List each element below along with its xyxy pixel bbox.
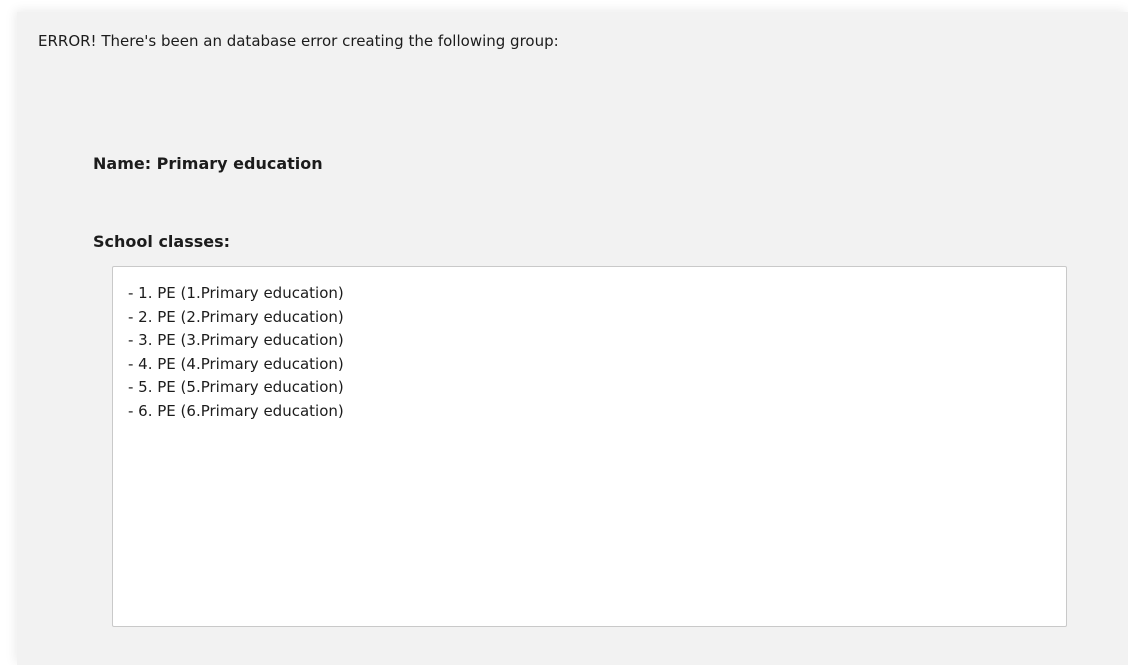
error-dialog-window: ERROR! There's been an database error cr… (0, 0, 1128, 665)
class-list-item: - 5. PE (5.Primary education) (128, 378, 344, 396)
class-list-item: - 4. PE (4.Primary education) (128, 354, 344, 373)
error-message: ERROR! There's been an database error cr… (38, 32, 559, 50)
class-list-item: - 6. PE (6.Primary education) (128, 401, 344, 420)
group-name-label: Name: Primary education (93, 154, 323, 173)
class-list-item: - 1. PE (1.Primary education) (128, 284, 344, 302)
school-classes-textarea[interactable]: - 1. PE (1.Primary education) - 2. PE (2… (112, 266, 1067, 627)
school-classes-heading: School classes: (93, 232, 231, 251)
class-list-item: - 3. PE (3.Primary education) (128, 331, 344, 349)
class-list-item: - 2. PE (2.Primary education) (128, 307, 344, 326)
